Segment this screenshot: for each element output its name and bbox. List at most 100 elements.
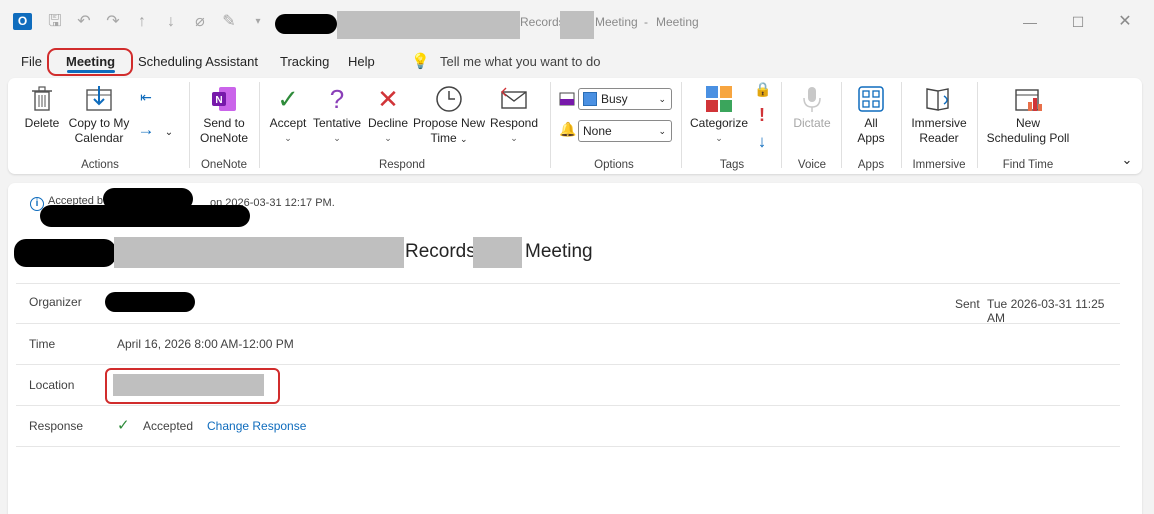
divider [16,446,1120,447]
delete-button[interactable]: Delete [22,84,62,131]
group-divider [681,82,682,168]
window-title-separator: - [644,15,648,29]
copy-to-calendar-button[interactable]: Copy to My Calendar [65,84,133,146]
forward-dropdown-icon[interactable]: ⌄ [162,125,176,140]
respond-button[interactable]: Respond ⌄ [488,84,540,146]
menu-file[interactable]: File [21,54,42,69]
save-icon[interactable]: 🖫 [45,12,65,32]
group-divider [781,82,782,168]
chevron-down-icon: ⌄ [658,94,666,104]
low-importance-icon[interactable]: ↓ [754,133,770,150]
svg-text:N: N [215,95,222,106]
immersive-label-2: Reader [919,131,959,145]
group-divider [259,82,260,168]
group-divider [841,82,842,168]
redaction-block [114,237,404,268]
title-bar: O 🖫 ↶ ↷ ↑ ↓ ⌀ ✎ ▾ Records Meeting - Meet… [0,0,1154,44]
lock-icon[interactable]: 🔒 [754,82,771,97]
x-icon: ✕ [377,84,399,114]
group-immersive-label: Immersive [912,159,966,171]
menu-tracking[interactable]: Tracking [280,54,329,69]
show-as-icon [559,91,575,107]
categorize-icon [704,84,734,114]
redaction-mark [275,14,337,34]
ribbon-collapse-icon[interactable]: ⌄ [1118,152,1136,167]
copy-calendar-label-2: Calendar [74,131,124,145]
redo-icon[interactable]: ↷ [103,12,123,32]
change-response-link[interactable]: Change Response [207,419,306,433]
tentative-label: Tentative [312,116,362,130]
dictate-button[interactable]: Dictate [788,84,836,131]
all-apps-button[interactable]: All Apps [846,84,896,146]
response-row: Response ✓ Accepted Change Response [16,405,1120,446]
trash-icon [27,84,57,114]
checkmark-icon: ✓ [277,84,299,114]
time-value: April 16, 2026 8:00 AM-12:00 PM [117,337,294,351]
maximize-icon[interactable]: ☐ [1063,10,1093,34]
group-respond-label: Respond [378,159,426,171]
high-importance-icon[interactable]: ! [754,106,770,124]
redaction-mark [40,205,250,227]
close-icon[interactable]: ✕ [1110,10,1140,34]
busy-swatch [583,92,597,106]
categorize-button[interactable]: Categorize ⌄ [686,84,752,146]
up-icon[interactable]: ↑ [132,12,152,32]
apps-grid-icon [856,84,886,114]
decline-button[interactable]: ✕ Decline ⌄ [364,84,412,146]
calendar-copy-icon [84,84,114,114]
group-apps-label: Apps [857,159,885,171]
chevron-down-icon: ⌄ [284,133,292,143]
delete-label: Delete [24,116,60,130]
new-scheduling-poll-button[interactable]: New Scheduling Poll [982,84,1074,146]
sent-value: Tue 2026-03-31 11:25 AM [987,297,1105,325]
all-apps-label-1: All [864,116,878,130]
group-divider [550,82,551,168]
annotation-circle-meeting-tab [47,48,133,76]
tentative-button[interactable]: ? Tentative ⌄ [312,84,362,146]
menu-scheduling-assistant[interactable]: Scheduling Assistant [138,54,258,69]
menu-bar: File Meeting Scheduling Assistant Tracki… [0,48,1154,76]
clock-icon [434,84,464,114]
annotation-circle-location [105,368,280,404]
reminder-select[interactable]: None ⌄ [578,120,672,142]
calendar-move-icon[interactable]: ⇤ [136,90,156,105]
onenote-label-1: Send to [203,116,245,130]
group-actions-label: Actions [81,159,119,171]
minimize-icon[interactable]: — [1015,10,1045,34]
question-mark-icon: ? [329,84,345,114]
response-value: Accepted [143,419,194,433]
group-voice-label: Voice [797,159,827,171]
undo-icon[interactable]: ↶ [74,12,94,32]
menu-help[interactable]: Help [348,54,375,69]
window-title-part: Meeting [656,15,699,29]
group-divider [189,82,190,168]
signature-icon[interactable]: ✎ [219,12,239,32]
chevron-down-icon: ⌄ [715,133,723,143]
group-onenote-label: OneNote [200,159,248,171]
down-icon[interactable]: ↓ [161,12,181,32]
send-to-onenote-button[interactable]: N Send to OneNote [194,84,254,146]
onenote-label-2: OneNote [199,131,249,145]
redaction-block [337,11,520,39]
redaction-mark [14,239,116,267]
lightbulb-icon: 💡 [411,53,430,70]
envelope-icon [499,84,529,114]
window-title-part: Meeting [595,15,638,29]
chevron-down-icon: ⌄ [384,133,392,143]
accept-button[interactable]: ✓ Accept ⌄ [264,84,312,146]
propose-new-time-button[interactable]: Propose New Time ⌄ [412,84,486,147]
show-as-select[interactable]: Busy ⌄ [578,88,672,110]
organizer-row: Organizer Sent Tue 2026-03-31 11:25 AM [16,283,1120,325]
dictate-label: Dictate [793,116,831,130]
location-row: Location [16,364,1120,405]
tell-me-search[interactable]: Tell me what you want to do [440,54,600,69]
message-pane: i Accepted b on 2026-03-31 12:17 PM. Reco… [8,183,1142,514]
poll-label-1: New [1015,116,1040,130]
reminder-value: None [583,124,612,138]
attach-icon[interactable]: ⌀ [190,12,210,32]
immersive-reader-button[interactable]: Immersive Reader [906,84,972,146]
customize-icon[interactable]: ▾ [248,12,268,32]
group-divider [977,82,978,168]
categorize-label: Categorize [689,116,749,130]
forward-arrow-icon[interactable]: → [136,121,156,138]
